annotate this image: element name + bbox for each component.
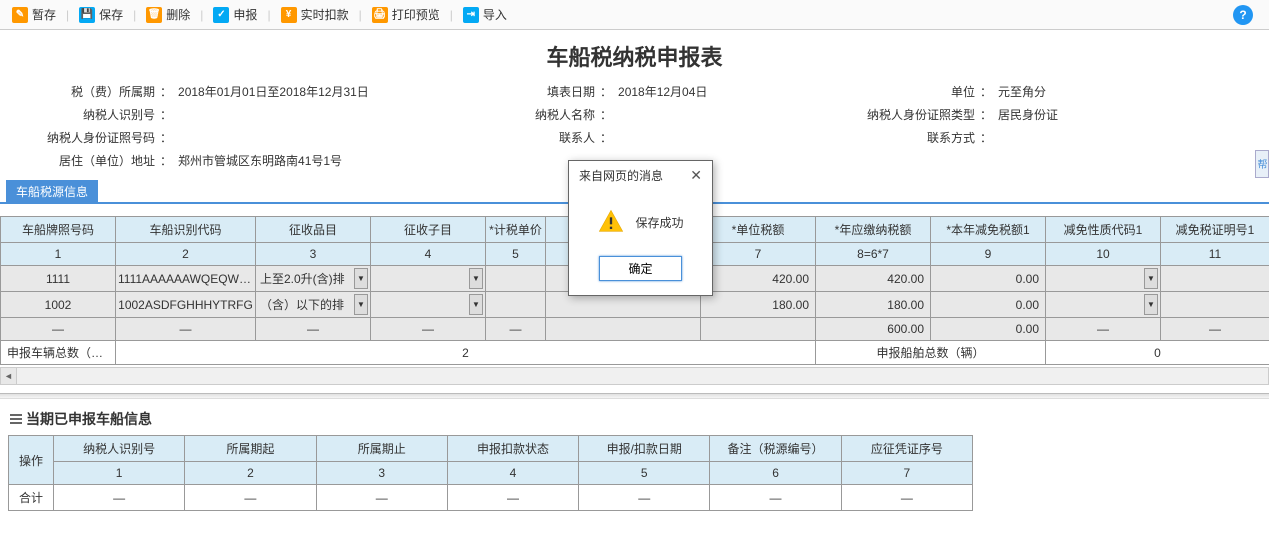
deduct-icon: ¥ <box>281 7 297 23</box>
unit-value: 元至角分 <box>998 83 1046 100</box>
stash-button[interactable]: ✎暂存 <box>8 4 60 25</box>
print-preview-button[interactable]: 🖨打印预览 <box>368 4 444 25</box>
import-icon: ⇥ <box>463 7 479 23</box>
warning-icon <box>597 208 625 236</box>
dialog-message: 保存成功 <box>635 214 683 231</box>
period-value: 2018年01月01日至2018年12月31日 <box>178 83 369 100</box>
horizontal-scrollbar[interactable]: ◄ <box>0 367 1269 385</box>
table-sum-row: ————— 600.00 0.00 —— <box>1 318 1269 341</box>
list-icon <box>10 414 22 424</box>
scroll-left-icon[interactable]: ◄ <box>1 368 17 384</box>
contact-label: 联系人 <box>480 129 600 146</box>
delete-button[interactable]: 🗑删除 <box>142 4 194 25</box>
dropdown-button[interactable]: ▼ <box>354 294 368 315</box>
ok-button[interactable]: 确定 <box>599 256 681 281</box>
dropdown-button[interactable]: ▼ <box>469 294 483 315</box>
realtime-deduct-button[interactable]: ¥实时扣款 <box>277 4 353 25</box>
dialog-title: 来自网页的消息 <box>579 167 663 184</box>
table-total-row: 合计 ——————— <box>9 485 973 511</box>
close-icon[interactable]: ✕ <box>690 167 702 184</box>
section-divider <box>0 393 1269 399</box>
unit-label: 单位 <box>860 83 980 100</box>
section-tag-tax-source[interactable]: 车船税源信息 <box>6 180 98 203</box>
table-footer-row: 申报车辆总数（辆） 2 申报船舶总数（辆） 0 <box>1 341 1269 365</box>
period-label: 税（费）所属期 <box>40 83 160 100</box>
declare-icon: ✓ <box>213 7 229 23</box>
dropdown-button[interactable]: ▼ <box>1144 294 1158 315</box>
declared-table: 操作 纳税人识别号所属期起所属期止申报扣款状态申报/扣款日期备注（税源编号）应征… <box>8 435 973 511</box>
section-header-declared: 当期已申报车船信息 <box>0 403 1269 435</box>
save-icon: 💾 <box>79 7 95 23</box>
declare-button[interactable]: ✓申报 <box>209 4 261 25</box>
dropdown-button[interactable]: ▼ <box>1144 268 1158 289</box>
idtype-value: 居民身份证 <box>998 106 1058 123</box>
address-label: 居住（单位）地址 <box>40 152 160 169</box>
idtype-label: 纳税人身份证照类型 <box>860 106 980 123</box>
table-index-row: 1234567 <box>9 462 973 485</box>
dropdown-button[interactable]: ▼ <box>354 268 368 289</box>
filldate-label: 填表日期 <box>480 83 600 100</box>
delete-icon: 🗑 <box>146 7 162 23</box>
address-value: 郑州市管城区东明路南41号1号 <box>178 152 342 169</box>
message-dialog: 来自网页的消息 ✕ 保存成功 确定 <box>568 160 713 296</box>
taxpayer-name-label: 纳税人名称 <box>480 106 600 123</box>
idno-label: 纳税人身份证照号码 <box>40 129 160 146</box>
phone-label: 联系方式 <box>860 129 980 146</box>
taxpayer-id-label: 纳税人识别号 <box>40 106 160 123</box>
save-button[interactable]: 💾保存 <box>75 4 127 25</box>
side-tab[interactable]: 帮 <box>1255 150 1269 178</box>
help-button[interactable]: ? <box>1233 5 1253 25</box>
table-header-row: 操作 纳税人识别号所属期起所属期止申报扣款状态申报/扣款日期备注（税源编号）应征… <box>9 436 973 462</box>
toolbar: ✎暂存 | 💾保存 | 🗑删除 | ✓申报 | ¥实时扣款 | 🖨打印预览 | … <box>0 0 1269 30</box>
page-title: 车船税纳税申报表 <box>0 30 1269 80</box>
stash-icon: ✎ <box>12 7 28 23</box>
filldate-value: 2018年12月04日 <box>618 83 707 100</box>
print-icon: 🖨 <box>372 7 388 23</box>
import-button[interactable]: ⇥导入 <box>459 4 511 25</box>
dropdown-button[interactable]: ▼ <box>469 268 483 289</box>
